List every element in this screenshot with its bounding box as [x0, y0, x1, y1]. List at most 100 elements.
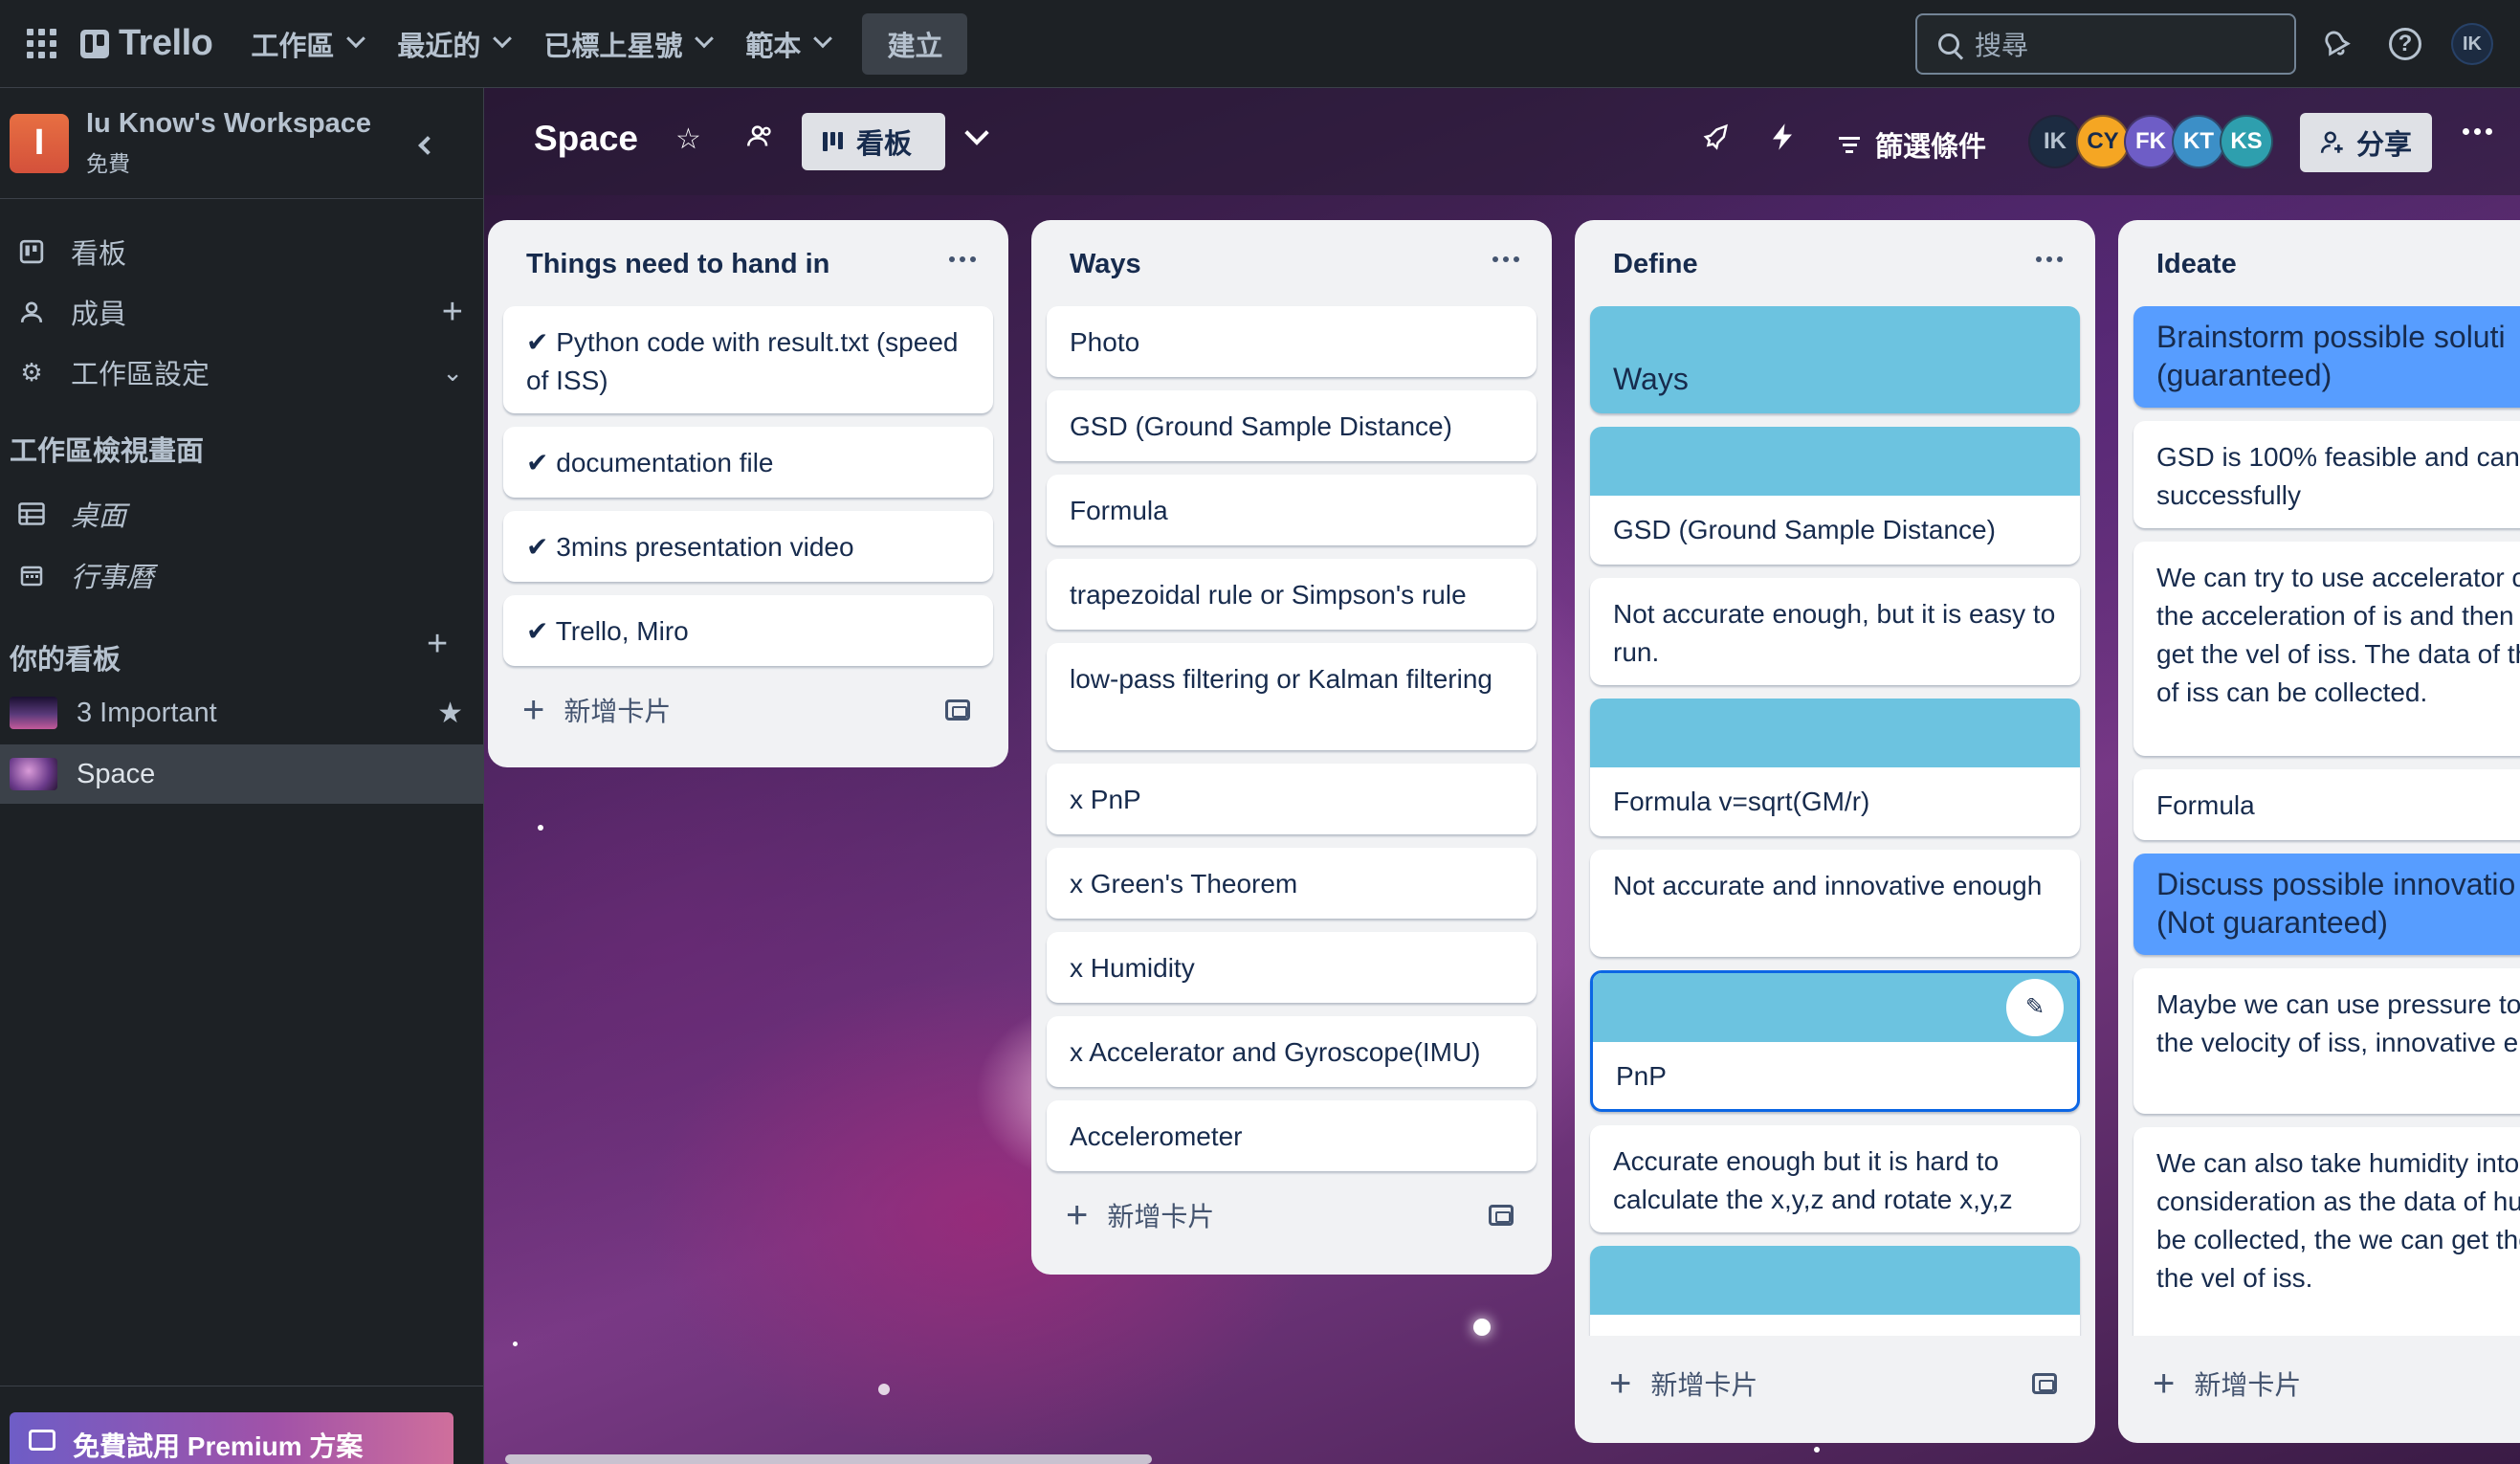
- list-define: Define Ways GSD (Ground Sample Distance)…: [1575, 220, 2095, 1443]
- list-card[interactable]: ✔ 3mins presentation video: [503, 511, 993, 582]
- card-template-icon[interactable]: [1489, 1205, 1514, 1226]
- board-thumbnail: [10, 697, 57, 729]
- list-card[interactable]: Maybe we can use pressure to calculate t…: [2133, 968, 2520, 1114]
- list-card[interactable]: Photo: [1047, 306, 1536, 377]
- list-card[interactable]: GSD is 100% feasible and can successfull…: [2133, 421, 2520, 528]
- list-card[interactable]: Brainstorm possible soluti (guaranteed): [2133, 306, 2520, 408]
- table-icon: [17, 502, 46, 525]
- calendar-icon: [17, 564, 46, 587]
- rocket-icon[interactable]: [1701, 122, 1730, 159]
- member-avatar[interactable]: FK: [2124, 115, 2177, 168]
- member-avatar[interactable]: CY: [2076, 115, 2130, 168]
- sidebar-item-workspace-settings[interactable]: ⚙ 工作區設定 ⌄: [0, 343, 484, 402]
- list-card[interactable]: Ways: [1590, 306, 2080, 413]
- sidebar-item-boards[interactable]: 看板: [0, 222, 484, 281]
- sidebar-item-board-space[interactable]: Space: [0, 744, 484, 804]
- list-card[interactable]: We can also take humidity into considera…: [2133, 1127, 2520, 1336]
- user-avatar[interactable]: IK: [2451, 23, 2493, 65]
- board-view-button[interactable]: 看板: [802, 113, 945, 170]
- create-button[interactable]: 建立: [862, 12, 968, 75]
- list-card-selected[interactable]: PnP ✎: [1590, 970, 2080, 1112]
- list-card[interactable]: GSD (Ground Sample Distance): [1590, 427, 2080, 565]
- list-card[interactable]: ✔ Trello, Miro: [503, 595, 993, 666]
- list-card[interactable]: Not accurate enough, but it is easy to r…: [1590, 578, 2080, 685]
- filter-icon: [1839, 136, 1860, 153]
- premium-trial-button[interactable]: 免費試用 Premium 方案: [10, 1412, 453, 1464]
- more-options-icon[interactable]: [2463, 128, 2492, 135]
- member-avatar[interactable]: KT: [2172, 115, 2225, 168]
- list-card[interactable]: Formula: [1047, 475, 1536, 545]
- list-card[interactable]: We can try to use accelerator calculate …: [2133, 542, 2520, 756]
- workspace-name[interactable]: Iu Know's Workspace: [86, 108, 371, 140]
- automation-icon[interactable]: [1770, 122, 1795, 159]
- plus-icon: +: [1609, 1363, 1632, 1405]
- chevron-down-icon[interactable]: [964, 121, 989, 145]
- list-card[interactable]: ✔ documentation file: [503, 427, 993, 498]
- add-card-button[interactable]: + 新增卡片: [1047, 1188, 1536, 1242]
- sidebar-item-table[interactable]: 桌面: [0, 484, 484, 543]
- list-card[interactable]: GSD (Ground Sample Distance): [1047, 390, 1536, 461]
- add-card-button[interactable]: + 新增卡片: [1590, 1357, 2080, 1410]
- list-menu-icon[interactable]: [1492, 256, 1519, 262]
- help-icon[interactable]: ?: [2382, 21, 2428, 67]
- member-avatar[interactable]: IK: [2028, 115, 2082, 168]
- list-menu-icon[interactable]: [2036, 256, 2063, 262]
- filter-button[interactable]: 篩選條件: [1839, 124, 1986, 165]
- app-switcher-icon[interactable]: [17, 20, 65, 68]
- list-title[interactable]: Ways: [1070, 249, 1141, 280]
- star-filled-icon[interactable]: ★: [437, 697, 463, 730]
- person-icon: [17, 299, 46, 324]
- list-ideate: Ideate Brainstorm possible soluti (guara…: [2118, 220, 2520, 1443]
- notifications-icon[interactable]: [2313, 21, 2359, 67]
- search-placeholder: 搜尋: [1975, 31, 2029, 60]
- add-card-button[interactable]: + 新增卡片: [2133, 1357, 2520, 1410]
- list-title[interactable]: Define: [1613, 249, 1698, 280]
- top-bar: Trello 工作區 最近的 已標上星號 範本 建立 搜尋 ? IK: [0, 0, 2520, 88]
- board-title[interactable]: Space: [534, 119, 638, 159]
- list-menu-icon[interactable]: [949, 256, 976, 262]
- sidebar-item-calendar[interactable]: 行事曆: [0, 545, 484, 605]
- list-card[interactable]: Formula v=sqrt(GM/r): [1590, 699, 2080, 836]
- recent-menu[interactable]: 最近的: [384, 14, 522, 74]
- templates-menu[interactable]: 範本: [732, 14, 843, 74]
- workspaces-menu[interactable]: 工作區: [237, 14, 376, 74]
- sidebar-item-board-3-important[interactable]: 3 Important ★: [0, 683, 484, 743]
- card-template-icon[interactable]: [945, 699, 970, 721]
- trello-wordmark: Trello: [119, 23, 213, 63]
- list-title[interactable]: Things need to hand in: [526, 249, 829, 280]
- list-card[interactable]: x Accelerator and Gyroscope(IMU): [1047, 1016, 1536, 1087]
- trello-logo[interactable]: Trello: [80, 20, 213, 68]
- list-card[interactable]: x Humidity: [1047, 932, 1536, 1003]
- card-template-icon[interactable]: [2032, 1373, 2057, 1394]
- card-cover: [1590, 699, 2080, 767]
- collapse-sidebar-button[interactable]: [409, 130, 440, 161]
- card-cover: [1590, 427, 2080, 496]
- share-button[interactable]: 分享: [2300, 113, 2432, 172]
- add-card-label: 新增卡片: [2194, 1370, 2302, 1400]
- search-input[interactable]: 搜尋: [1915, 13, 2296, 75]
- list-card[interactable]: Accurate enough but it is hard to calcul…: [1590, 1125, 2080, 1232]
- starred-menu[interactable]: 已標上星號: [530, 14, 724, 74]
- list-card[interactable]: trapezoidal rule or Simpson's rule: [1047, 559, 1536, 630]
- edit-card-icon[interactable]: ✎: [2006, 979, 2064, 1036]
- star-outline-icon[interactable]: ☆: [675, 122, 701, 156]
- list-card[interactable]: Discuss possible innovatio ideas (Not gu…: [2133, 854, 2520, 955]
- visibility-icon[interactable]: [746, 122, 773, 157]
- board-horizontal-scrollbar[interactable]: [505, 1454, 1152, 1464]
- list-card[interactable]: ✔ Python code with result.txt (speed of …: [503, 306, 993, 413]
- list-card[interactable]: [1590, 1246, 2080, 1336]
- add-member-icon[interactable]: +: [442, 292, 463, 333]
- add-board-icon[interactable]: +: [427, 624, 448, 665]
- list-title[interactable]: Ideate: [2156, 249, 2237, 280]
- list-card[interactable]: low-pass filtering or Kalman filtering: [1047, 643, 1536, 750]
- workspace-avatar[interactable]: I: [10, 113, 69, 173]
- add-card-button[interactable]: + 新增卡片: [503, 683, 993, 737]
- list-card[interactable]: Not accurate and innovative enough: [1590, 850, 2080, 957]
- list-card[interactable]: Formula: [2133, 769, 2520, 840]
- list-card[interactable]: Accelerometer: [1047, 1100, 1536, 1171]
- chevron-down-icon[interactable]: ⌄: [442, 358, 463, 388]
- list-card[interactable]: x Green's Theorem: [1047, 848, 1536, 919]
- sidebar-item-members[interactable]: 成員 +: [0, 282, 484, 342]
- list-card[interactable]: x PnP: [1047, 764, 1536, 834]
- member-avatar[interactable]: KS: [2220, 115, 2273, 168]
